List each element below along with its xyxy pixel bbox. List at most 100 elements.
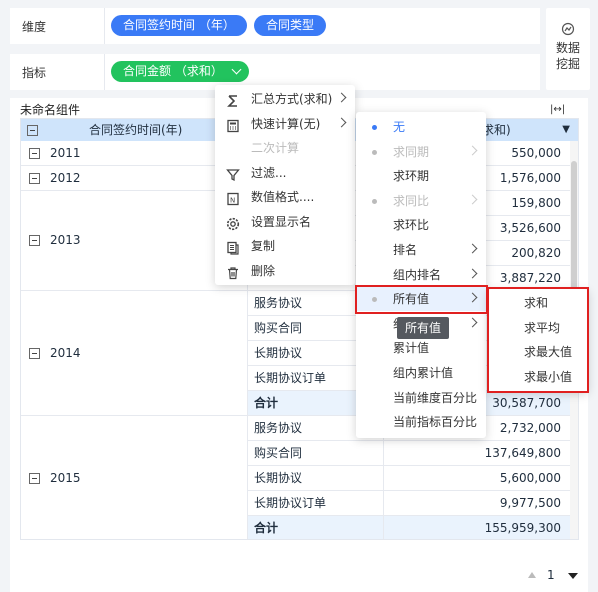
indicator-field-contract-amount[interactable]: 合同金额 （求和）	[111, 61, 249, 82]
year-cell[interactable]: 2012	[21, 166, 248, 191]
dimension-label-divider	[104, 8, 105, 44]
collapse-icon[interactable]	[29, 472, 40, 484]
year-label: 2014	[29, 346, 81, 360]
dimension-field-contract-date[interactable]: 合同签约时间 （年）	[111, 15, 247, 36]
header-col-amount-label: 求和)	[482, 123, 511, 137]
highlight-all-values	[355, 285, 488, 314]
submenu-item: 求同比	[356, 189, 486, 213]
chevron-right-icon	[467, 317, 478, 328]
radio-dot-icon	[372, 125, 377, 130]
submenu-item: 求同期	[356, 140, 486, 164]
dimension-field-contract-type[interactable]: 合同类型	[254, 15, 327, 36]
submenu-item-label: 求同比	[393, 193, 430, 208]
table-row-value: 9,977,500	[384, 491, 572, 516]
submenu-item[interactable]: 组内累计值	[356, 361, 486, 385]
submenu-item[interactable]: 当前维度百分比	[356, 386, 486, 410]
component-title: 未命名组件	[20, 103, 81, 117]
year-cell[interactable]: 2014	[21, 291, 248, 416]
page-down-icon[interactable]	[568, 573, 578, 579]
menu-item-label: 快速计算(无)	[251, 116, 321, 131]
table-row-type: 长期协议	[248, 466, 384, 491]
filter-icon	[226, 166, 240, 181]
year-text: 2011	[50, 145, 81, 160]
submenu-item[interactable]: 求环比	[356, 213, 486, 237]
page-up-icon[interactable]	[528, 572, 536, 578]
submenu-item[interactable]: 当前指标百分比	[356, 410, 486, 434]
table-row-value: 137,649,800	[384, 441, 572, 466]
year-cell[interactable]: 2011	[21, 141, 248, 166]
trash-icon	[226, 264, 240, 279]
number-format-icon: N	[226, 190, 240, 206]
tooltip-all-values: 所有值	[397, 317, 450, 339]
year-cell[interactable]: 2015	[21, 416, 248, 539]
menu-item-label: 汇总方式(求和)	[251, 92, 333, 106]
menu-item[interactable]: 复制	[215, 234, 355, 258]
chevron-right-icon	[336, 117, 347, 127]
data-mining-button[interactable]: 数据 挖掘	[546, 8, 590, 90]
year-label: 2013	[29, 233, 81, 247]
chevron-right-icon	[467, 145, 478, 156]
chevron-right-icon	[467, 194, 478, 205]
collapse-icon[interactable]	[27, 125, 38, 136]
submenu-item-label: 累计值	[393, 341, 430, 356]
year-cell[interactable]: 2013	[21, 191, 248, 291]
submenu-item-label: 组内累计值	[393, 366, 454, 380]
indicator-label: 指标	[22, 66, 47, 80]
submenu-item[interactable]: 组内排名	[356, 263, 486, 287]
sort-desc-icon[interactable]: ▼	[562, 119, 570, 141]
menu-item-label: 过滤...	[251, 165, 287, 180]
copy-icon	[226, 239, 240, 255]
header-col-year[interactable]: 合同签约时间(年)	[21, 119, 248, 141]
submenu-item-label: 当前维度百分比	[393, 390, 478, 405]
indicator-field-label: 合同金额 （求和）	[123, 64, 223, 78]
header-col-year-label: 合同签约时间(年)	[89, 123, 183, 137]
submenu-item[interactable]: 累计值	[356, 336, 486, 360]
svg-text:N: N	[230, 197, 235, 205]
dimension-label: 维度	[22, 20, 47, 34]
submenu-item-label: 求同期	[393, 144, 430, 159]
indicator-label-divider	[104, 54, 105, 90]
chevron-right-icon	[467, 268, 478, 279]
year-label: 2011	[29, 146, 81, 160]
submenu-item-label: 排名	[393, 243, 418, 257]
menu-item-label: 数值格式....	[251, 190, 315, 204]
menu-item-label: 复制	[251, 239, 276, 253]
data-mining-icon	[561, 22, 575, 36]
page-number[interactable]: 1	[547, 568, 555, 582]
menu-item[interactable]: 过滤...	[215, 161, 355, 185]
chevron-down-icon[interactable]	[231, 64, 242, 75]
menu-item[interactable]: 设置显示名	[215, 210, 355, 234]
submenu-item-label: 当前指标百分比	[393, 415, 478, 430]
chevron-right-icon	[467, 243, 478, 254]
year-label: 2012	[29, 171, 81, 185]
calculator-icon	[226, 117, 240, 132]
year-label: 2015	[29, 471, 81, 485]
quick-calc-submenu: 无求同期求环期求同比求环比排名组内排名所有值组累计值组内累计值当前维度百分比当前…	[356, 112, 486, 438]
collapse-icon[interactable]	[29, 235, 40, 246]
year-text: 2013	[50, 233, 81, 247]
submenu-item[interactable]: 求环期	[356, 164, 486, 188]
fit-width-icon[interactable]: |↔|	[550, 104, 565, 115]
table-row-value: 155,959,300	[384, 516, 572, 539]
collapse-icon[interactable]	[29, 147, 40, 159]
menu-item-label: 删除	[251, 263, 276, 278]
year-text: 2012	[50, 170, 81, 185]
table-row-value: 5,600,000	[384, 466, 572, 491]
menu-item-label: 设置显示名	[251, 214, 312, 229]
submenu-item[interactable]: 排名	[356, 238, 486, 262]
menu-item[interactable]: N 数值格式....	[215, 185, 355, 209]
submenu-item[interactable]: 无	[356, 115, 486, 139]
chevron-right-icon	[336, 92, 347, 103]
menu-item[interactable]: 删除	[215, 259, 355, 283]
menu-item[interactable]: 快速计算(无)	[215, 112, 355, 136]
table-row-type: 购买合同	[248, 441, 384, 466]
table-row-type: 合计	[248, 516, 384, 539]
radio-dot-icon	[372, 198, 377, 204]
submenu-item-label: 求环期	[393, 169, 430, 184]
data-mining-label-1: 数据	[555, 41, 580, 55]
collapse-icon[interactable]	[29, 347, 40, 359]
collapse-icon[interactable]	[29, 172, 40, 184]
menu-item[interactable]: 汇总方式(求和)	[215, 87, 355, 111]
gear-icon	[226, 215, 240, 230]
data-mining-label-2: 挖掘	[555, 57, 580, 71]
